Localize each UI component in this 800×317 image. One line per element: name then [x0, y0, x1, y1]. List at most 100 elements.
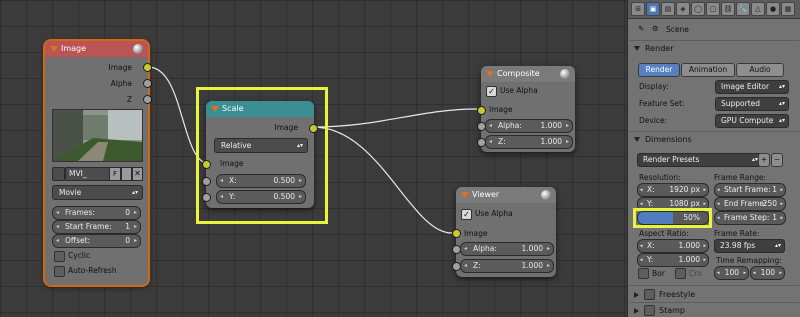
aspect-y-field[interactable]: ◂ Y: 1.000 ▸	[637, 253, 709, 267]
collapse-triangle-icon[interactable]	[50, 46, 58, 52]
stamp-checkbox[interactable]	[644, 305, 655, 316]
frames-field[interactable]: ◂ Frames: 0 ▸	[52, 206, 141, 220]
decrement-arrow-icon[interactable]: ◂	[717, 198, 720, 210]
increment-arrow-icon[interactable]: ▸	[780, 184, 783, 196]
increment-arrow-icon[interactable]: ▸	[547, 260, 550, 272]
display-dropdown[interactable]: Image Editor ▴▾	[715, 80, 789, 94]
auto-refresh-checkbox[interactable]	[54, 266, 65, 277]
freestyle-checkbox[interactable]	[644, 289, 655, 300]
filename-field[interactable]: MVI_	[65, 167, 110, 181]
composite-node-header[interactable]: Composite	[481, 66, 575, 82]
unlink-close-icon[interactable]: ✕	[132, 167, 143, 181]
decrement-arrow-icon[interactable]: ◂	[464, 243, 467, 255]
animation-button[interactable]: Animation	[681, 63, 735, 77]
modifiers-tab-icon[interactable]: 🔧	[736, 2, 750, 16]
feature-set-dropdown[interactable]: Supported ▴▾	[715, 97, 789, 111]
time-remap-old-field[interactable]: ◂ 100 ▸	[714, 266, 749, 280]
viewer-node-header[interactable]: Viewer	[456, 187, 556, 203]
collapse-triangle-icon[interactable]	[461, 192, 469, 198]
increment-arrow-icon[interactable]: ▸	[134, 207, 137, 219]
preview-sphere-icon[interactable]	[541, 190, 551, 200]
properties-editor-icon[interactable]: ⊞	[631, 2, 645, 16]
image-browse-icon[interactable]	[52, 167, 65, 181]
decrement-arrow-icon[interactable]: ◂	[489, 136, 492, 148]
constraints-tab-icon[interactable]: ⛓	[721, 2, 735, 16]
border-checkbox[interactable]	[638, 268, 649, 279]
decrement-arrow-icon[interactable]: ◂	[56, 207, 59, 219]
data-tab-icon[interactable]: △	[751, 2, 765, 16]
decrement-arrow-icon[interactable]: ◂	[56, 235, 59, 247]
render-layers-tab-icon[interactable]: ▤	[661, 2, 675, 16]
scene-tab-icon[interactable]: ◈	[676, 2, 690, 16]
image-node-header[interactable]: Image	[45, 41, 148, 57]
node-editor-canvas[interactable]: Image Image Alpha Z MVI_ F ✕ Movie ▴▾ ◂ …	[0, 0, 627, 317]
increment-arrow-icon[interactable]: ▸	[566, 136, 569, 148]
crop-checkbox[interactable]	[675, 268, 686, 279]
render-button[interactable]: Render	[638, 63, 680, 77]
decrement-arrow-icon[interactable]: ◂	[489, 120, 492, 132]
increment-arrow-icon[interactable]: ▸	[780, 212, 783, 224]
stamp-section-header[interactable]: Stamp	[634, 305, 685, 316]
decrement-arrow-icon[interactable]: ◂	[717, 267, 720, 279]
remove-preset-button[interactable]: −	[771, 153, 783, 167]
decrement-arrow-icon[interactable]: ◂	[717, 212, 720, 224]
increment-arrow-icon[interactable]: ▸	[134, 221, 137, 233]
alpha-field[interactable]: ◂ Alpha: 1.000 ▸	[485, 119, 573, 133]
audio-button[interactable]: Audio	[736, 63, 784, 77]
increment-arrow-icon[interactable]: ▸	[703, 184, 706, 196]
increment-arrow-icon[interactable]: ▸	[703, 254, 706, 266]
increment-arrow-icon[interactable]: ▸	[780, 198, 783, 210]
decrement-arrow-icon[interactable]: ◂	[464, 260, 467, 272]
object-tab-icon[interactable]: ▢	[706, 2, 720, 16]
frame-step-field[interactable]: ◂ Frame Step: 1 ▸	[714, 211, 786, 225]
frame-rate-dropdown[interactable]: 23.98 fps ▴▾	[714, 239, 785, 253]
alpha-field[interactable]: ◂ Alpha: 1.000 ▸	[460, 242, 554, 256]
z-field[interactable]: ◂ Z: 1.000 ▸	[485, 135, 573, 149]
fake-user-button[interactable]: F	[109, 167, 121, 181]
device-dropdown[interactable]: GPU Compute ▴▾	[715, 114, 789, 128]
aspect-x-field[interactable]: ◂ X: 1.000 ▸	[637, 239, 709, 253]
time-remap-new-field[interactable]: ◂ 100 ▸	[750, 266, 785, 280]
image-node[interactable]: Image Image Alpha Z MVI_ F ✕ Movie ▴▾ ◂ …	[45, 41, 152, 285]
end-frame-field[interactable]: ◂ End Frame: 250 ▸	[714, 197, 786, 211]
freestyle-section-header[interactable]: Freestyle	[634, 289, 695, 300]
composite-node[interactable]: Composite ✓ Use Alpha Image ◂ Alpha: 1.0…	[477, 66, 575, 152]
decrement-arrow-icon[interactable]: ◂	[640, 254, 643, 266]
render-presets-dropdown[interactable]: Render Presets ▴▾	[637, 153, 762, 167]
viewer-node[interactable]: Viewer ✓ Use Alpha Image ◂ Alpha: 1.000 …	[452, 187, 556, 277]
world-tab-icon[interactable]: ◯	[691, 2, 705, 16]
increment-arrow-icon[interactable]: ▸	[703, 240, 706, 252]
collapse-triangle-icon[interactable]	[486, 71, 494, 77]
offset-field[interactable]: ◂ Offset: 0 ▸	[52, 234, 141, 248]
use-alpha-checkbox[interactable]: ✓	[486, 86, 497, 97]
decrement-arrow-icon[interactable]: ◂	[753, 267, 756, 279]
increment-arrow-icon[interactable]: ▸	[743, 267, 746, 279]
output-socket-z[interactable]	[143, 95, 152, 104]
pin-icon[interactable]: ✎	[638, 24, 644, 33]
source-dropdown[interactable]: Movie ▴▾	[52, 185, 143, 200]
render-tab-icon[interactable]: ▣	[646, 2, 660, 16]
increment-arrow-icon[interactable]: ▸	[566, 120, 569, 132]
preview-sphere-icon[interactable]	[133, 44, 143, 54]
increment-arrow-icon[interactable]: ▸	[779, 267, 782, 279]
input-socket-image[interactable]	[477, 106, 486, 115]
z-field[interactable]: ◂ Z: 1.000 ▸	[460, 259, 554, 273]
preview-sphere-icon[interactable]	[560, 69, 570, 79]
render-section-header[interactable]: Render	[634, 44, 673, 53]
use-alpha-checkbox[interactable]: ✓	[461, 209, 472, 220]
resolution-x-field[interactable]: ◂ X: 1920 px ▸	[637, 183, 709, 197]
cyclic-checkbox[interactable]	[54, 251, 65, 262]
increment-arrow-icon[interactable]: ▸	[547, 243, 550, 255]
material-tab-icon[interactable]: ●	[766, 2, 780, 16]
dimensions-section-header[interactable]: Dimensions	[634, 135, 692, 144]
output-socket-alpha[interactable]	[143, 79, 152, 88]
decrement-arrow-icon[interactable]: ◂	[56, 221, 59, 233]
add-preset-button[interactable]: +	[758, 153, 770, 167]
output-socket-image[interactable]	[143, 63, 152, 72]
texture-tab-icon[interactable]: ▦	[781, 2, 795, 16]
decrement-arrow-icon[interactable]: ◂	[640, 240, 643, 252]
start-frame-field[interactable]: ◂ Start Frame: 1 ▸	[52, 220, 141, 234]
decrement-arrow-icon[interactable]: ◂	[640, 184, 643, 196]
increment-arrow-icon[interactable]: ▸	[134, 235, 137, 247]
input-socket-image[interactable]	[452, 229, 461, 238]
